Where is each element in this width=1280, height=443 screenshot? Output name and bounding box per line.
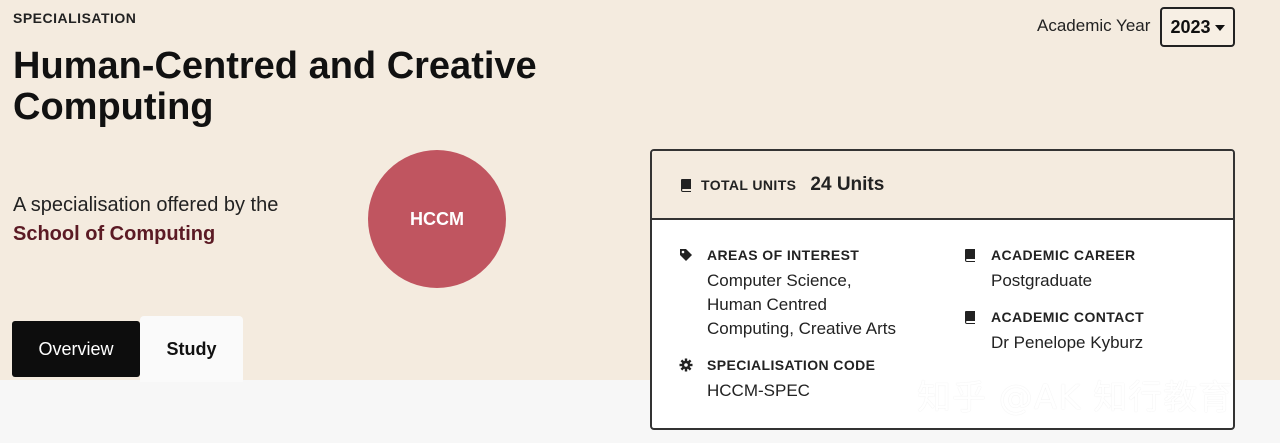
badge-label: HCCM [410, 208, 464, 229]
tab-overview[interactable]: Overview [12, 321, 140, 377]
academic-year-label: Academic Year [1037, 16, 1151, 35]
academic-year-value: 2023 [1170, 16, 1211, 37]
book-icon [681, 178, 691, 192]
page-eyebrow: SPECIALISATION [13, 10, 137, 26]
total-units-label: TOTAL UNITS [701, 176, 797, 193]
offered-by: A specialisation offered by the School o… [13, 191, 278, 249]
specialisation-badge: HCCM [368, 150, 506, 288]
book-icon [965, 311, 975, 324]
gear-icon [679, 358, 693, 372]
academic-career-value: Postgraduate [991, 271, 1093, 290]
book-icon [965, 249, 975, 262]
tab-study[interactable]: Study [140, 316, 243, 382]
specialisation-code-value: HCCM-SPEC [707, 381, 810, 400]
areas-of-interest-value: Computer Science, Human Centred Computin… [707, 269, 896, 341]
watermark: 知乎 @AK 知行教育 [917, 378, 1234, 418]
page-title: Human-Centred and Creative Computing [13, 45, 537, 128]
school-link[interactable]: School of Computing [13, 220, 278, 249]
academic-career-label: ACADEMIC CAREER [991, 247, 1136, 263]
academic-contact-link[interactable]: Dr Penelope Kyburz [991, 331, 1143, 355]
areas-line: Computer Science, [707, 271, 852, 290]
academic-year-select[interactable]: 2023 [1160, 7, 1235, 47]
areas-line: Human Centred [707, 295, 828, 314]
total-units-row: TOTAL UNITS 24 Units [652, 151, 1233, 220]
areas-line: Computing, Creative Arts [707, 319, 896, 338]
offered-by-text: A specialisation offered by the [13, 194, 279, 216]
tag-icon [680, 249, 692, 261]
academic-contact-label: ACADEMIC CONTACT [991, 309, 1145, 325]
specialisation-code-label: SPECIALISATION CODE [707, 357, 876, 373]
total-units-value: 24 Units [810, 173, 885, 195]
areas-of-interest-label: AREAS OF INTEREST [707, 247, 860, 263]
chevron-down-icon [1214, 25, 1225, 31]
